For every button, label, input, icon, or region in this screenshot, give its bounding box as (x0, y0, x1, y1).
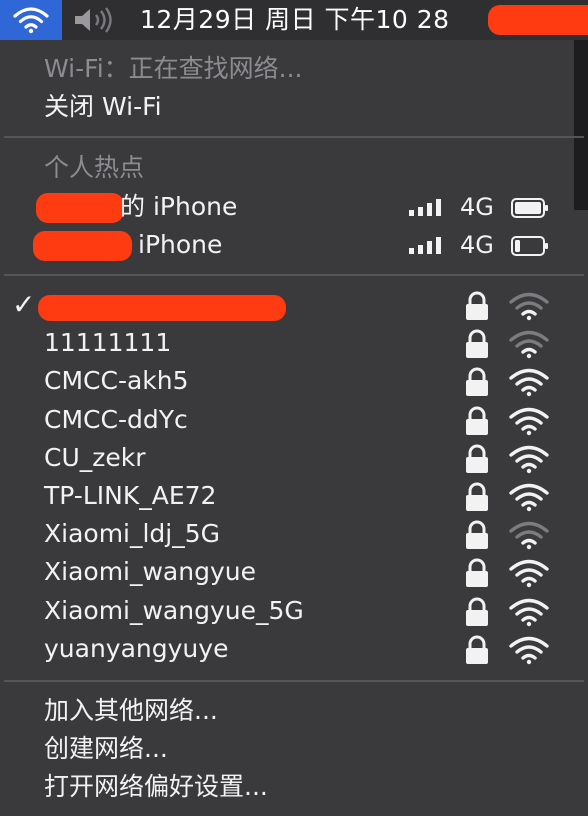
lock-icon (466, 444, 488, 473)
speaker-muted-icon[interactable] (72, 6, 114, 34)
lock-icon (466, 597, 488, 626)
battery-icon (511, 236, 548, 256)
turn-off-wifi-label: 关闭 Wi-Fi (44, 92, 162, 121)
network-item[interactable]: Xiaomi_wangyue_5G (0, 593, 588, 629)
battery-icon (511, 198, 548, 218)
hotspot-device[interactable]: 的 iPhone 4G (0, 189, 588, 225)
menubar-redaction (488, 5, 588, 35)
network-item[interactable]: CU_zekr (0, 440, 588, 476)
menubar: 12月29日 周日 下午10 28 (0, 0, 588, 40)
wifi-icon[interactable] (0, 0, 62, 40)
network-type-label: 4G (460, 231, 494, 259)
network-name: yuanyangyuye (44, 634, 229, 663)
lock-icon (466, 291, 488, 320)
network-name: TP-LINK_AE72 (44, 481, 217, 510)
separator (4, 680, 584, 682)
network-item[interactable]: CMCC-ddYc (0, 402, 588, 438)
lock-icon (466, 329, 488, 358)
lock-icon (466, 482, 488, 511)
network-type-label: 4G (460, 193, 494, 221)
wifi-strength-icon (509, 407, 549, 436)
network-name: 11111111 (44, 328, 172, 357)
create-network-item[interactable]: 创建网络... (0, 731, 588, 767)
network-name: CMCC-akh5 (44, 366, 189, 395)
wifi-status-label: Wi-Fi：正在查找网络... (44, 54, 303, 83)
redacted-network-name (38, 295, 286, 321)
checkmark-icon: ✓ (12, 288, 36, 321)
wifi-strength-icon (509, 598, 549, 627)
wifi-strength-icon (509, 559, 549, 588)
redacted-device-name (33, 231, 132, 261)
lock-icon (466, 558, 488, 587)
turn-off-wifi-item[interactable]: 关闭 Wi-Fi (0, 89, 588, 125)
join-other-network-item[interactable]: 加入其他网络... (0, 693, 588, 729)
lock-icon (466, 367, 488, 396)
network-name: Xiaomi_wangyue_5G (44, 596, 304, 625)
wifi-strength-icon (509, 636, 549, 665)
wifi-strength-icon (509, 445, 549, 474)
network-item[interactable]: ✓ (0, 287, 588, 323)
hotspot-device-name: iPhone (138, 230, 223, 259)
cellular-signal-icon (409, 237, 441, 254)
lock-icon (466, 520, 488, 549)
network-item[interactable]: yuanyangyuye (0, 631, 588, 667)
separator (4, 274, 584, 276)
cellular-signal-icon (409, 199, 441, 216)
separator (4, 136, 584, 138)
create-network-label: 创建网络... (44, 734, 168, 763)
network-name: CU_zekr (44, 443, 146, 472)
wifi-status: Wi-Fi：正在查找网络... (0, 51, 588, 87)
network-item[interactable]: Xiaomi_wangyue (0, 554, 588, 590)
network-item[interactable]: CMCC-akh5 (0, 363, 588, 399)
menubar-clock[interactable]: 12月29日 周日 下午10 28 (140, 3, 450, 37)
network-item[interactable]: Xiaomi_ldj_5G (0, 516, 588, 552)
hotspot-device-name: 的 iPhone (120, 192, 238, 221)
network-item[interactable]: 11111111 (0, 325, 588, 361)
open-network-preferences-item[interactable]: 打开网络偏好设置... (0, 769, 588, 805)
wifi-strength-icon (509, 292, 549, 321)
network-name: CMCC-ddYc (44, 405, 188, 434)
wifi-strength-icon (509, 483, 549, 512)
open-network-preferences-label: 打开网络偏好设置... (44, 772, 268, 801)
lock-icon (466, 635, 488, 664)
redacted-device-name (36, 193, 124, 223)
wifi-strength-icon (509, 330, 549, 359)
hotspot-header-label: 个人热点 (44, 153, 145, 182)
network-name: Xiaomi_ldj_5G (44, 519, 221, 548)
wifi-strength-icon (509, 368, 549, 397)
network-item[interactable]: TP-LINK_AE72 (0, 478, 588, 514)
hotspot-device[interactable]: iPhone 4G (0, 227, 588, 263)
wifi-strength-icon (509, 521, 549, 550)
hotspot-header: 个人热点 (0, 150, 588, 186)
network-name: Xiaomi_wangyue (44, 557, 256, 586)
join-other-network-label: 加入其他网络... (44, 696, 218, 725)
lock-icon (466, 406, 488, 435)
